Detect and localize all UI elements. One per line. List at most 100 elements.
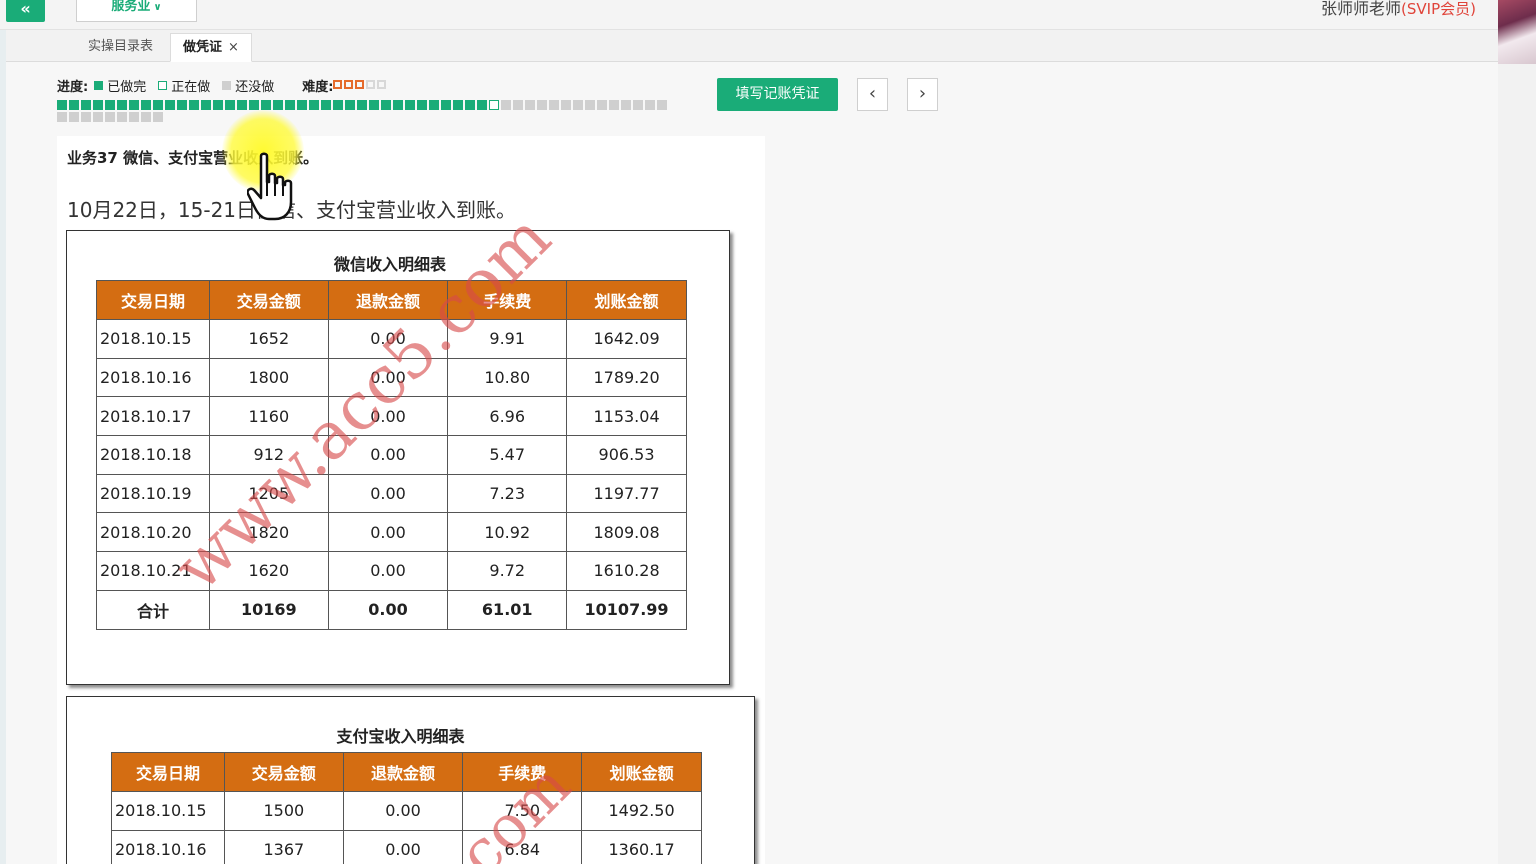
progress-cell[interactable] (261, 100, 271, 110)
progress-cell[interactable] (57, 112, 67, 122)
progress-cell[interactable] (321, 100, 331, 110)
progress-cell[interactable] (597, 100, 607, 110)
progress-cell[interactable] (117, 112, 127, 122)
progress-cell[interactable] (489, 100, 499, 110)
progress-cell[interactable] (633, 100, 643, 110)
table-cell: 0.00 (327, 589, 449, 630)
table-cell: 61.01 (447, 589, 568, 630)
vip-badge: (SVIP会员) (1401, 0, 1476, 18)
progress-cell[interactable] (225, 100, 235, 110)
progress-cell[interactable] (81, 100, 91, 110)
progress-cell[interactable] (117, 100, 127, 110)
table-cell: 0.00 (342, 791, 464, 831)
progress-cell[interactable] (165, 100, 175, 110)
progress-cell[interactable] (405, 100, 415, 110)
column-header: 退款金额 (342, 752, 464, 792)
progress-cell[interactable] (429, 100, 439, 110)
table-cell: 1800 (208, 357, 329, 398)
table-cell: 0.00 (327, 473, 449, 514)
progress-cell[interactable] (129, 112, 139, 122)
progress-cell[interactable] (621, 100, 631, 110)
progress-cell[interactable] (189, 100, 199, 110)
column-header: 交易金额 (208, 280, 329, 320)
progress-cell[interactable] (237, 100, 247, 110)
progress-cell[interactable] (153, 112, 163, 122)
progress-cell[interactable] (249, 100, 259, 110)
table-cell: 0.00 (327, 357, 449, 398)
progress-cell[interactable] (129, 100, 139, 110)
progress-cell[interactable] (297, 100, 307, 110)
progress-cell[interactable] (465, 100, 475, 110)
legend-todo: 还没做 (235, 80, 275, 95)
progress-cell[interactable] (513, 100, 523, 110)
progress-cell[interactable] (81, 112, 91, 122)
tab-make-voucher[interactable]: 做凭证 × (170, 33, 252, 62)
table-cell: 10107.99 (566, 589, 687, 630)
table-cell: 7.23 (447, 473, 568, 514)
table-cell: 2018.10.15 (96, 319, 210, 359)
tab-practice-catalog[interactable]: 实操目录表 (76, 33, 165, 62)
progress-cell[interactable] (417, 100, 427, 110)
user-name: 张师师老师 (1321, 0, 1402, 18)
progress-cell[interactable] (273, 100, 283, 110)
progress-cell[interactable] (177, 100, 187, 110)
progress-cell[interactable] (609, 100, 619, 110)
progress-cell[interactable] (561, 100, 571, 110)
progress-cell[interactable] (645, 100, 655, 110)
progress-legend: 进度: 已做完 正在做 还没做 难度: (57, 76, 388, 95)
table-cell: 1610.28 (566, 551, 687, 591)
chevron-down-icon: ∨ (153, 2, 162, 13)
table-cell: 2018.10.19 (96, 473, 210, 514)
progress-cell[interactable] (369, 100, 379, 110)
collapse-sidebar-button[interactable]: « (6, 0, 45, 22)
table-row: 2018.10.20 1820 0.00 10.92 1809.08 (96, 512, 687, 553)
progress-cell[interactable] (393, 100, 403, 110)
table-cell: 10169 (208, 589, 329, 630)
progress-cell[interactable] (549, 100, 559, 110)
doing-square-icon (158, 81, 168, 90)
progress-cell[interactable] (57, 100, 67, 110)
progress-cell[interactable] (213, 100, 223, 110)
progress-cell[interactable] (141, 112, 151, 122)
progress-cell[interactable] (501, 100, 511, 110)
progress-cell[interactable] (381, 100, 391, 110)
progress-cell[interactable] (333, 100, 343, 110)
user-info[interactable]: 张师师老师(SVIP会员) (1321, 0, 1476, 18)
progress-cell[interactable] (525, 100, 535, 110)
progress-cell[interactable] (441, 100, 451, 110)
progress-bar (57, 100, 669, 122)
progress-cell[interactable] (93, 100, 103, 110)
progress-cell[interactable] (453, 100, 463, 110)
progress-cell[interactable] (657, 100, 667, 110)
table-cell: 2018.10.20 (96, 512, 210, 553)
next-button[interactable]: › (907, 78, 938, 111)
progress-cell[interactable] (93, 112, 103, 122)
table-cell: 5.47 (447, 435, 568, 475)
progress-cell[interactable] (309, 100, 319, 110)
progress-cell[interactable] (477, 100, 487, 110)
progress-cell[interactable] (357, 100, 367, 110)
progress-cell[interactable] (585, 100, 595, 110)
todo-square-icon (222, 81, 232, 90)
progress-cell[interactable] (153, 100, 163, 110)
progress-cell[interactable] (573, 100, 583, 110)
progress-cell[interactable] (141, 100, 151, 110)
progress-cell[interactable] (105, 100, 115, 110)
industry-dropdown[interactable]: 服务业 ∨ (76, 0, 197, 22)
difficulty-star-icon (377, 80, 387, 89)
close-icon[interactable]: × (228, 40, 239, 55)
top-bar: « 服务业 ∨ 张师师老师(SVIP会员) (0, 0, 1536, 30)
progress-cell[interactable] (285, 100, 295, 110)
progress-cell[interactable] (201, 100, 211, 110)
table-cell: 1205 (208, 473, 329, 514)
progress-cell[interactable] (537, 100, 547, 110)
table-row: 2018.10.15 1652 0.00 9.91 1642.09 (96, 319, 687, 359)
table-cell: 1360.17 (581, 829, 702, 864)
fill-voucher-button[interactable]: 填写记账凭证 (717, 78, 838, 111)
table-cell: 1642.09 (566, 319, 687, 359)
progress-cell[interactable] (345, 100, 355, 110)
progress-cell[interactable] (105, 112, 115, 122)
progress-cell[interactable] (69, 112, 79, 122)
prev-button[interactable]: ‹ (857, 78, 888, 111)
progress-cell[interactable] (69, 100, 79, 110)
